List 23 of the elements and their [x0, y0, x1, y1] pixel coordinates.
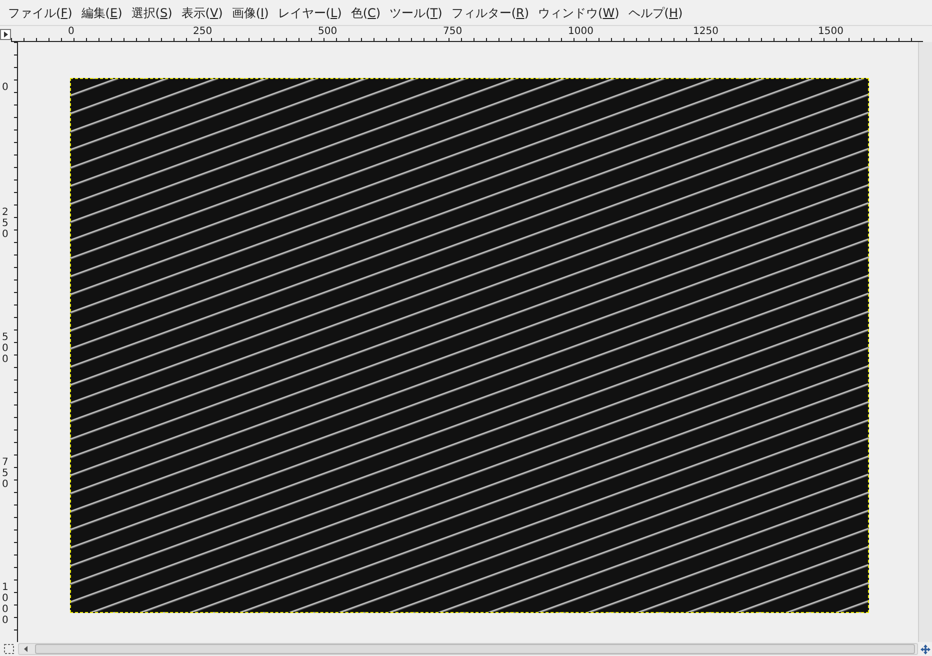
- horizontal-scrollbar[interactable]: [18, 643, 918, 655]
- vertical-scrollbar[interactable]: [918, 42, 932, 642]
- scrollbar-thumb[interactable]: [35, 644, 915, 654]
- navigate-icon[interactable]: [920, 644, 930, 654]
- menu-item[interactable]: ツール(T): [386, 4, 446, 22]
- dashed-square-icon[interactable]: [4, 644, 14, 654]
- menu-item[interactable]: 表示(V): [177, 4, 227, 22]
- ruler-label: 250: [193, 26, 214, 37]
- menu-item[interactable]: ウィンドウ(W): [534, 4, 624, 22]
- menu-item[interactable]: 選択(S): [127, 4, 176, 22]
- ruler-label: 1000: [568, 26, 594, 37]
- ruler-label: 1500: [818, 26, 844, 37]
- ruler-label: 0: [68, 26, 76, 37]
- ruler-label: 750: [443, 26, 464, 37]
- menu-item[interactable]: フィルター(R): [447, 4, 534, 22]
- menu-item[interactable]: ファイル(F): [4, 4, 76, 22]
- ruler-label: 500: [318, 26, 338, 37]
- menu-item[interactable]: ヘルプ(H): [624, 4, 687, 22]
- menu-item[interactable]: 画像(I): [228, 4, 273, 22]
- menu-item[interactable]: レイヤー(L): [274, 4, 346, 22]
- ruler-label: 1250: [693, 26, 720, 37]
- menu-item[interactable]: 色(C): [346, 4, 385, 22]
- menu-item[interactable]: 編集(E): [77, 4, 126, 22]
